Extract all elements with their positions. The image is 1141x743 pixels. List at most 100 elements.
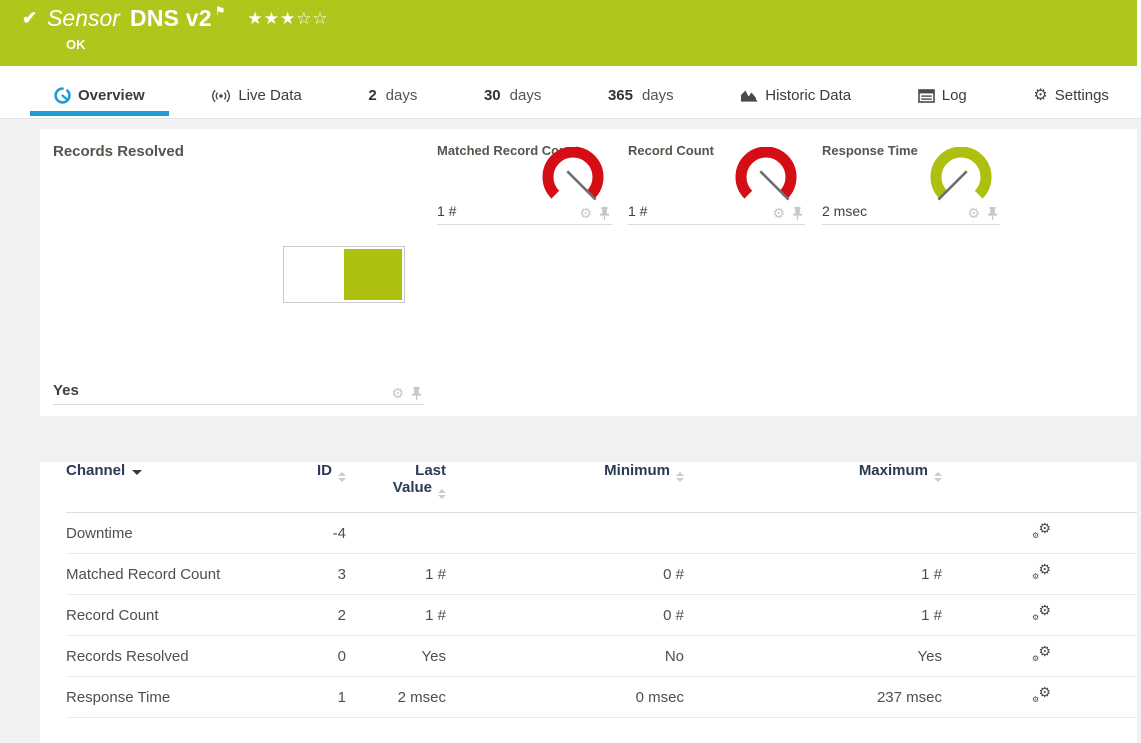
tab-live-data[interactable]: Live Data [187, 87, 325, 118]
channel-last-value [346, 513, 446, 554]
channel-minimum [446, 513, 684, 554]
channel-name[interactable]: Response Time [66, 677, 306, 718]
tab-30-days-unit: days [510, 87, 542, 104]
channel-id: 3 [306, 554, 346, 595]
records-resolved-bar [283, 246, 405, 303]
sensor-status-badge: OK [66, 37, 86, 52]
log-list-icon [918, 89, 935, 103]
channel-name[interactable]: Records Resolved [66, 636, 306, 677]
tab-2-days-unit: days [386, 87, 418, 104]
tab-log-label: Log [942, 87, 967, 104]
area-chart-icon [740, 88, 758, 103]
content-area: Records Resolved Yes ⚙ Matched [0, 119, 1141, 743]
tab-365-days-number: 365 [608, 87, 633, 104]
channel-maximum: Yes [684, 636, 942, 677]
tile-gear-icon[interactable]: ⚙ [772, 206, 785, 220]
record-count-value: 1 # [628, 203, 647, 219]
col-header-id[interactable]: ID [306, 462, 346, 513]
channels-panel: Channel ID Last Value Minimum [40, 462, 1137, 743]
sensor-header: ✔ Sensor DNS v2 ⚑ ★★★☆☆ OK [0, 0, 1137, 66]
channel-minimum: 0 msec [446, 677, 684, 718]
col-header-maximum[interactable]: Maximum [684, 462, 942, 513]
channel-minimum: No [446, 636, 684, 677]
channel-id: 1 [306, 677, 346, 718]
live-data-icon [211, 88, 231, 103]
status-ok-check-icon: ✔ [22, 8, 37, 29]
records-resolved-tile: Records Resolved Yes ⚙ [53, 143, 424, 405]
gauge-icon [54, 87, 71, 104]
channel-last-value: 1 # [346, 595, 446, 636]
tab-2-days-number: 2 [368, 87, 376, 104]
tab-overview[interactable]: Overview [30, 87, 169, 118]
col-header-channel[interactable]: Channel [66, 462, 306, 513]
channel-settings-icon[interactable]: ⚙⚙ [1031, 645, 1051, 663]
sensor-type-label: Sensor [47, 5, 120, 32]
channel-settings-icon[interactable]: ⚙⚙ [1031, 604, 1051, 622]
sort-desc-icon [132, 470, 142, 475]
record-count-tile: Record Count 1 # ⚙ [628, 143, 805, 225]
priority-stars[interactable]: ★★★☆☆ [247, 9, 328, 29]
flag-icon[interactable]: ⚑ [215, 4, 226, 18]
table-row: Matched Record Count 3 1 # 0 # 1 # ⚙⚙ [66, 554, 1137, 595]
channel-last-value: Yes [346, 636, 446, 677]
pin-icon[interactable] [792, 207, 803, 220]
table-row: Response Time 1 2 msec 0 msec 237 msec ⚙… [66, 677, 1137, 718]
matched-record-count-gauge [538, 147, 608, 211]
tab-historic-data[interactable]: Historic Data [716, 87, 875, 118]
tab-2-days[interactable]: 2 days [344, 87, 441, 118]
tile-gear-icon[interactable]: ⚙ [967, 206, 980, 220]
channel-name[interactable]: Downtime [66, 513, 306, 554]
col-header-actions [942, 462, 1137, 513]
pin-icon[interactable] [987, 207, 998, 220]
tab-log[interactable]: Log [894, 87, 991, 118]
col-header-minimum[interactable]: Minimum [446, 462, 684, 513]
channel-last-value: 2 msec [346, 677, 446, 718]
tab-30-days-number: 30 [484, 87, 501, 104]
table-row: Record Count 2 1 # 0 # 1 # ⚙⚙ [66, 595, 1137, 636]
records-resolved-bar-fill [344, 249, 402, 300]
records-resolved-value: Yes [53, 382, 79, 399]
channel-maximum: 237 msec [684, 677, 942, 718]
channel-id: -4 [306, 513, 346, 554]
sort-icon [934, 472, 942, 482]
response-time-tile: Response Time 2 msec ⚙ [822, 143, 1000, 225]
table-row: Records Resolved 0 Yes No Yes ⚙⚙ [66, 636, 1137, 677]
channel-last-value: 1 # [346, 554, 446, 595]
channel-minimum: 0 # [446, 554, 684, 595]
pin-icon[interactable] [411, 387, 422, 400]
tab-bar: Overview Live Data 2 days 30 days 365 da… [0, 66, 1141, 119]
sensor-name: DNS v2 [130, 5, 212, 32]
overview-panel: Records Resolved Yes ⚙ Matched [40, 129, 1137, 416]
tab-live-data-label: Live Data [238, 87, 301, 104]
channel-settings-icon[interactable]: ⚙⚙ [1031, 522, 1051, 540]
sort-icon [676, 472, 684, 482]
channel-id: 0 [306, 636, 346, 677]
tile-gear-icon[interactable]: ⚙ [579, 206, 592, 220]
channels-table: Channel ID Last Value Minimum [66, 462, 1137, 718]
tab-settings-label: Settings [1055, 87, 1109, 104]
matched-record-count-tile: Matched Record Count 1 # ⚙ [437, 143, 612, 225]
channel-maximum: 1 # [684, 595, 942, 636]
record-count-gauge [731, 147, 801, 211]
channel-settings-icon[interactable]: ⚙⚙ [1031, 686, 1051, 704]
tab-historic-data-label: Historic Data [765, 87, 851, 104]
sensor-page: ✔ Sensor DNS v2 ⚑ ★★★☆☆ OK Overview Liv [0, 0, 1141, 743]
sort-icon [338, 472, 346, 482]
channel-name[interactable]: Matched Record Count [66, 554, 306, 595]
tab-30-days[interactable]: 30 days [460, 87, 565, 118]
table-row: Downtime -4 ⚙⚙ [66, 513, 1137, 554]
tile-gear-icon[interactable]: ⚙ [391, 386, 404, 400]
tab-overview-label: Overview [78, 87, 145, 104]
tab-settings[interactable]: ⚙ Settings [1009, 87, 1133, 118]
response-time-gauge [926, 147, 996, 211]
settings-gear-icon: ⚙ [1033, 88, 1047, 104]
channel-name[interactable]: Record Count [66, 595, 306, 636]
response-time-value: 2 msec [822, 203, 867, 219]
tab-365-days[interactable]: 365 days [584, 87, 698, 118]
channel-settings-icon[interactable]: ⚙⚙ [1031, 563, 1051, 581]
sort-icon [438, 489, 446, 499]
col-header-last-value[interactable]: Last Value [346, 462, 446, 513]
records-resolved-title: Records Resolved [53, 143, 424, 160]
pin-icon[interactable] [599, 207, 610, 220]
tab-365-days-unit: days [642, 87, 674, 104]
